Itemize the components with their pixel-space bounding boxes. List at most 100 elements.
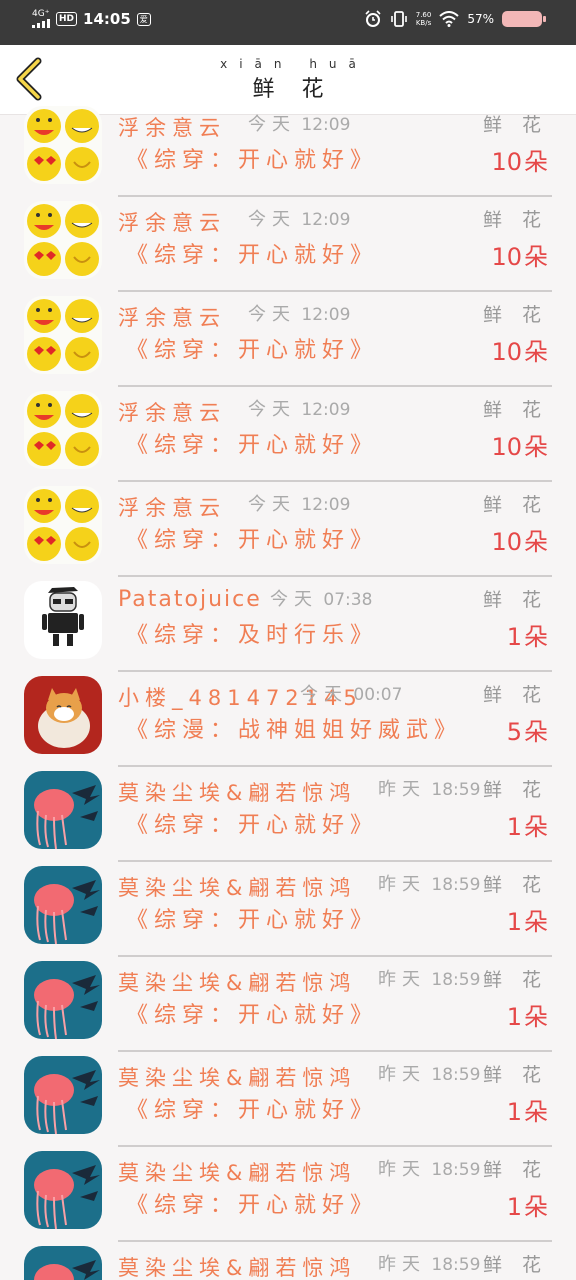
- avatar[interactable]: [24, 581, 102, 659]
- user-name[interactable]: 莫染尘埃&翩若惊鸿: [118, 1252, 356, 1280]
- avatar[interactable]: [24, 676, 102, 754]
- time-day: 今天: [248, 304, 296, 325]
- time-stamp: 今天 00:07: [300, 680, 402, 706]
- list-item[interactable]: 小楼_481472145 今天 00:07 鲜 花《综漫：战神姐姐好威武》 5朵: [0, 672, 576, 767]
- flower-count-unit: 朵: [524, 433, 548, 461]
- list-item[interactable]: 莫染尘埃&翩若惊鸿 昨天 18:59 鲜 花《综穿：开心就好》 1朵: [0, 862, 576, 957]
- book-title[interactable]: 《综穿：开心就好》: [126, 427, 378, 459]
- flower-count: 1朵: [507, 902, 548, 937]
- book-title[interactable]: 《综穿：开心就好》: [126, 332, 378, 364]
- gift-type-label: 鲜 花: [482, 399, 548, 421]
- status-right: 7.60 KB/s 57%: [364, 10, 546, 28]
- time-stamp: 今天 12:09: [248, 110, 350, 136]
- user-name[interactable]: 浮余意云: [118, 112, 226, 142]
- book-title[interactable]: 《综穿：开心就好》: [126, 142, 378, 174]
- time-clock: 07:38: [323, 590, 373, 610]
- app-notification-icon: 爱: [136, 12, 151, 26]
- avatar[interactable]: [24, 201, 102, 279]
- user-name[interactable]: 浮余意云: [118, 492, 226, 522]
- flower-count-unit: 朵: [524, 1193, 548, 1221]
- book-title[interactable]: 《综穿：开心就好》: [126, 522, 378, 554]
- flower-count-unit: 朵: [524, 813, 548, 841]
- book-title[interactable]: 《综穿：开心就好》: [126, 237, 378, 269]
- time-clock: 12:09: [301, 115, 351, 135]
- list-item[interactable]: 莫染尘埃&翩若惊鸿 昨天 18:59 鲜 花《综穿：开心就好》 1朵: [0, 1052, 576, 1147]
- user-name[interactable]: 莫染尘埃&翩若惊鸿: [118, 777, 356, 807]
- status-bar: 4G⁺ HD 14:05 爱 7.60 KB/s 57%: [0, 0, 576, 45]
- book-title[interactable]: 《综漫：战神姐姐好威武》: [126, 712, 462, 744]
- flower-count: 10朵: [491, 142, 548, 177]
- list-item[interactable]: 莫染尘埃&翩若惊鸿 昨天 18:59 鲜 花: [0, 1242, 576, 1280]
- flower-count-unit: 朵: [524, 1003, 548, 1031]
- robot-avatar-icon: [24, 581, 102, 659]
- net-speed-value: 7.60: [415, 11, 432, 19]
- avatar[interactable]: [24, 1151, 102, 1229]
- list-item[interactable]: 浮余意云 今天 12:09 鲜 花《综穿：开心就好》 10朵: [0, 292, 576, 387]
- list-item[interactable]: 浮余意云 今天 12:09 鲜 花《综穿：开心就好》 10朵: [0, 387, 576, 482]
- avatar[interactable]: [24, 106, 102, 184]
- jellyfish-avatar-icon: [24, 1151, 102, 1229]
- time-stamp: 昨天 18:59: [378, 1155, 480, 1181]
- list-item[interactable]: Patatojuice 今天 07:38 鲜 花《综穿：及时行乐》 1朵: [0, 577, 576, 672]
- avatar[interactable]: [24, 961, 102, 1039]
- time-day: 昨天: [378, 1254, 426, 1275]
- cat-avatar-icon: [24, 676, 102, 754]
- list-item[interactable]: 莫染尘埃&翩若惊鸿 昨天 18:59 鲜 花《综穿：开心就好》 1朵: [0, 957, 576, 1052]
- book-title[interactable]: 《综穿：开心就好》: [126, 902, 378, 934]
- user-name[interactable]: 莫染尘埃&翩若惊鸿: [118, 872, 356, 902]
- jellyfish-avatar-icon: [24, 1056, 102, 1134]
- flower-count: 1朵: [507, 997, 548, 1032]
- gift-type-label: 鲜 花: [482, 589, 548, 611]
- book-title[interactable]: 《综穿：及时行乐》: [126, 617, 378, 649]
- time-day: 今天: [300, 684, 348, 705]
- app-root: 4G⁺ HD 14:05 爱 7.60 KB/s 57% xiān huā 鲜 …: [0, 0, 576, 1280]
- flower-count-unit: 朵: [524, 1098, 548, 1126]
- user-name[interactable]: 浮余意云: [118, 397, 226, 427]
- list-item[interactable]: 莫染尘埃&翩若惊鸿 昨天 18:59 鲜 花《综穿：开心就好》 1朵: [0, 767, 576, 862]
- hd-icon: HD: [56, 12, 78, 26]
- avatar[interactable]: [24, 771, 102, 849]
- time-clock: 12:09: [301, 400, 351, 420]
- time-clock: 12:09: [301, 305, 351, 325]
- user-name[interactable]: 莫染尘埃&翩若惊鸿: [118, 1157, 356, 1187]
- avatar[interactable]: [24, 296, 102, 374]
- avatar[interactable]: [24, 391, 102, 469]
- user-name[interactable]: 浮余意云: [118, 207, 226, 237]
- user-name[interactable]: 莫染尘埃&翩若惊鸿: [118, 1062, 356, 1092]
- page-title: xiān huā 鲜 花: [0, 57, 576, 103]
- flower-count: 10朵: [491, 237, 548, 272]
- list-item[interactable]: 浮余意云 今天 12:09 鲜 花《综穿：开心就好》 10朵: [0, 102, 576, 197]
- flower-count-value: 10: [491, 433, 522, 461]
- avatar[interactable]: [24, 866, 102, 944]
- book-title[interactable]: 《综穿：开心就好》: [126, 1187, 378, 1219]
- time-clock: 00:07: [353, 685, 403, 705]
- net-speed: 7.60 KB/s: [416, 11, 432, 27]
- user-name[interactable]: 莫染尘埃&翩若惊鸿: [118, 967, 356, 997]
- gift-type-label: 鲜 花: [482, 304, 548, 326]
- jellyfish-avatar-icon: [24, 866, 102, 944]
- avatar[interactable]: [24, 1056, 102, 1134]
- gift-type-label: 鲜 花: [482, 209, 548, 231]
- list-item[interactable]: 莫染尘埃&翩若惊鸿 昨天 18:59 鲜 花《综穿：开心就好》 1朵: [0, 1147, 576, 1242]
- flower-count-unit: 朵: [524, 908, 548, 936]
- book-title[interactable]: 《综穿：开心就好》: [126, 997, 378, 1029]
- book-title[interactable]: 《综穿：开心就好》: [126, 1092, 378, 1124]
- signal-icon: 4G⁺: [32, 10, 50, 28]
- flower-count: 1朵: [507, 617, 548, 652]
- time-clock: 18:59: [431, 780, 481, 800]
- alarm-icon: [365, 10, 381, 27]
- time-day: 今天: [248, 209, 296, 230]
- time-stamp: 昨天 18:59: [378, 775, 480, 801]
- flower-count: 5朵: [507, 712, 548, 747]
- avatar[interactable]: [24, 1246, 102, 1280]
- flower-count: 1朵: [507, 1187, 548, 1222]
- smiley-avatar-icon: [24, 201, 102, 279]
- user-name[interactable]: 浮余意云: [118, 302, 226, 332]
- clock: 14:05: [83, 10, 131, 28]
- book-title[interactable]: 《综穿：开心就好》: [126, 807, 378, 839]
- user-name[interactable]: Patatojuice: [118, 587, 262, 612]
- list-item[interactable]: 浮余意云 今天 12:09 鲜 花《综穿：开心就好》 10朵: [0, 482, 576, 577]
- avatar[interactable]: [24, 486, 102, 564]
- list-item[interactable]: 浮余意云 今天 12:09 鲜 花《综穿：开心就好》 10朵: [0, 197, 576, 292]
- time-stamp: 昨天 18:59: [378, 965, 480, 991]
